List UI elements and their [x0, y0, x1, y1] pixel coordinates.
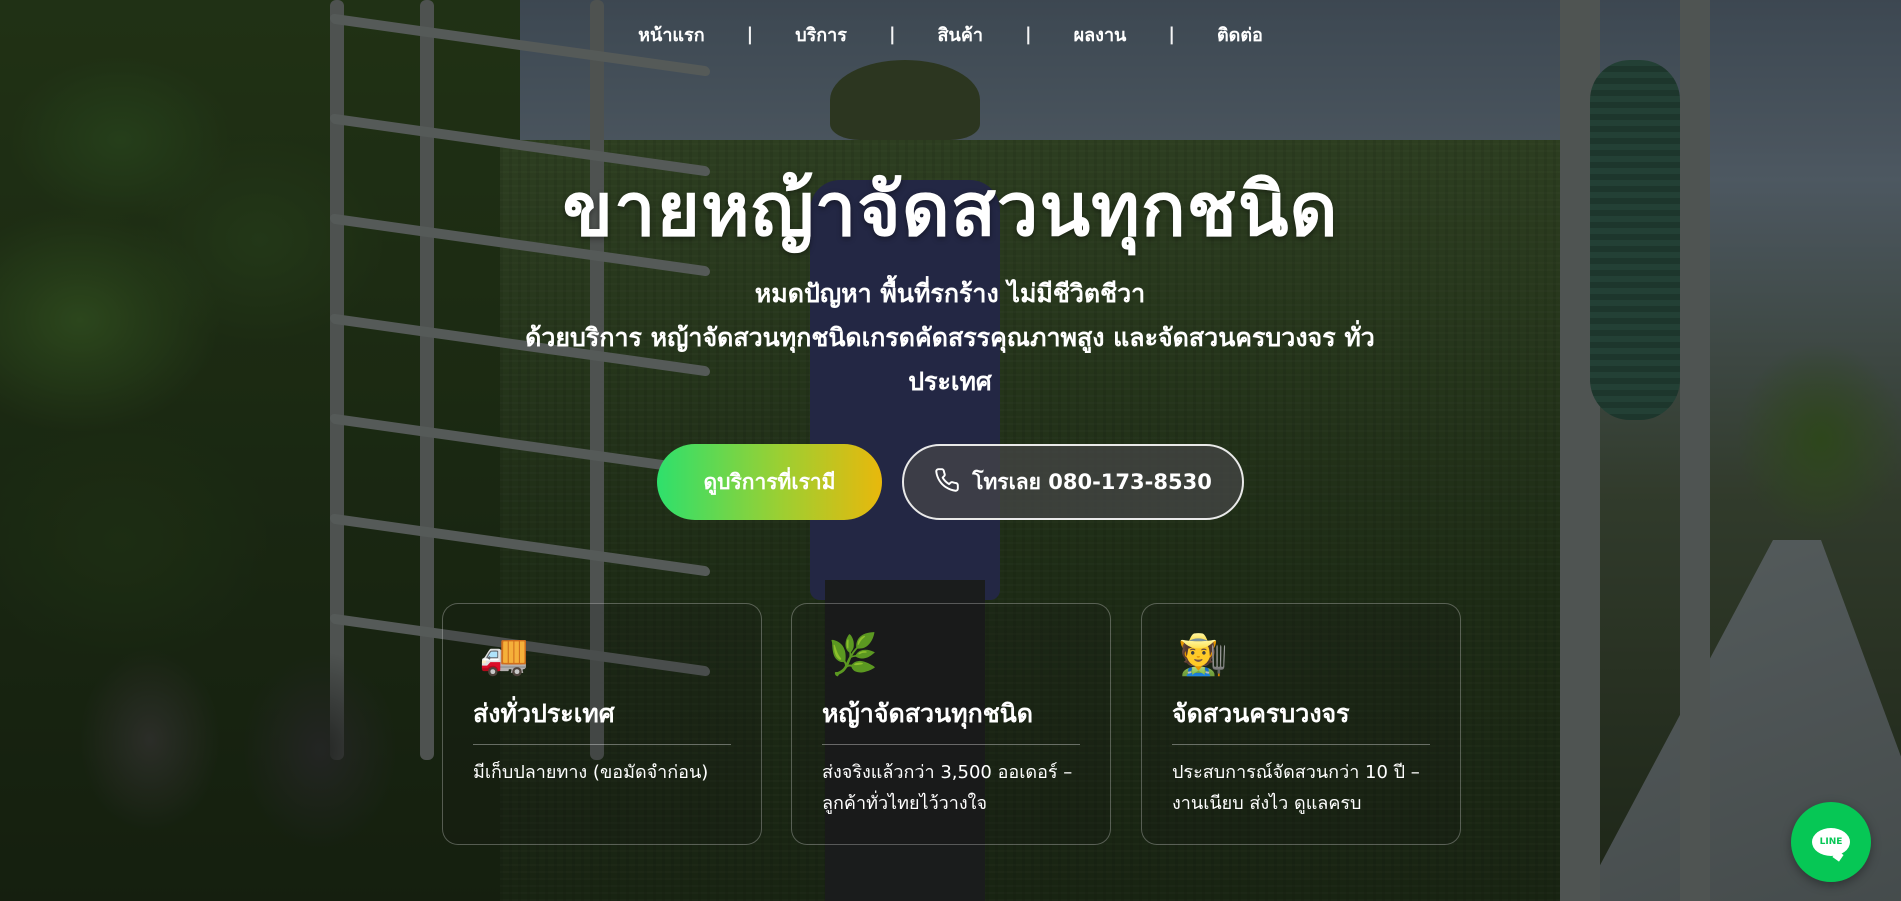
hero-title: ขายหญ้าจัดสวนทุกชนิด	[562, 167, 1339, 253]
feature-card-text: ประสบการณ์จัดสวนกว่า 10 ปี – งานเนียบ ส่…	[1172, 762, 1420, 814]
feature-card-title: ส่งทั่วประเทศ	[473, 694, 731, 745]
view-services-label: ดูบริการที่เรามี	[703, 469, 836, 494]
nav-item-contact[interactable]: ติดต่อ	[1175, 20, 1305, 49]
feature-card-landscaping: 🧑‍🌾 จัดสวนครบวงจร ประสบการณ์จัดสวนกว่า 1…	[1141, 603, 1461, 845]
feature-card-text: มีเก็บปลายทาง (ขอมัดจำก่อน)	[473, 762, 709, 783]
feature-card-title: จัดสวนครบวงจร	[1172, 694, 1430, 745]
feature-card-delivery: 🚚 ส่งทั่วประเทศ มีเก็บปลายทาง (ขอมัดจำก่…	[442, 603, 762, 845]
call-now-button[interactable]: โทรเลย 080-173-8530	[902, 444, 1244, 520]
hero-subtitle-line: ประเทศ	[908, 367, 992, 396]
herb-icon: 🌿	[828, 632, 878, 678]
feature-card-title: หญ้าจัดสวนทุกชนิด	[822, 694, 1080, 745]
line-chat-icon: LINE	[1812, 828, 1850, 856]
nav-item-portfolio[interactable]: ผลงาน	[1032, 20, 1169, 49]
nav-item-services[interactable]: บริการ	[753, 20, 889, 49]
line-chat-button[interactable]: LINE	[1791, 802, 1871, 882]
nav-separator: |	[1168, 24, 1175, 45]
view-services-button[interactable]: ดูบริการที่เรามี	[657, 444, 882, 520]
delivery-truck-icon: 🚚	[479, 632, 529, 678]
nav-separator: |	[746, 24, 754, 45]
hero-subtitle-line: ด้วยบริการ หญ้าจัดสวนทุกชนิดเกรดคัดสรรคุ…	[525, 323, 1375, 352]
nav-item-products[interactable]: สินค้า	[896, 20, 1025, 49]
hero-subtitle: หมดปัญหา พื้นที่รกร้าง ไม่มีชีวิตชีวา ด้…	[450, 272, 1450, 404]
feature-card-text: ส่งจริงแล้วกว่า 3,500 ออเดอร์ – ลูกค้าทั…	[822, 762, 1073, 814]
nav-separator: |	[888, 24, 896, 45]
feature-card-grass: 🌿 หญ้าจัดสวนทุกชนิด ส่งจริงแล้วกว่า 3,50…	[791, 603, 1111, 845]
top-nav: หน้าแรก | บริการ | สินค้า | ผลงาน | ติดต…	[0, 20, 1901, 49]
nav-separator: |	[1025, 24, 1032, 45]
call-now-label: โทรเลย 080-173-8530	[972, 469, 1212, 494]
farmer-icon: 🧑‍🌾	[1178, 632, 1228, 678]
nav-item-home[interactable]: หน้าแรก	[596, 20, 746, 49]
hero-subtitle-line: หมดปัญหา พื้นที่รกร้าง ไม่มีชีวิตชีวา	[754, 279, 1146, 308]
phone-icon	[934, 467, 960, 498]
